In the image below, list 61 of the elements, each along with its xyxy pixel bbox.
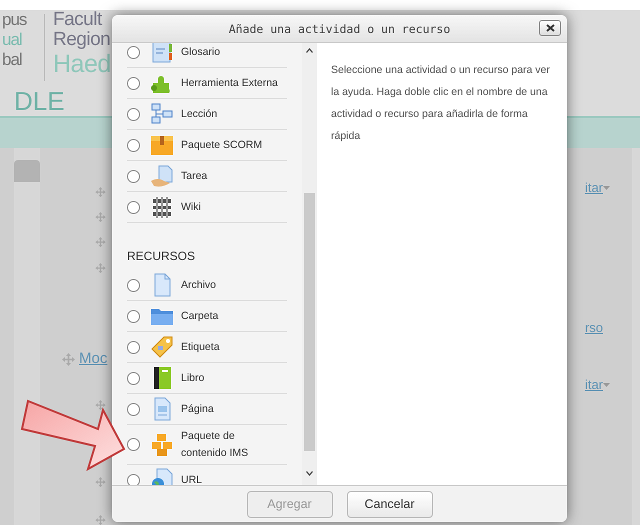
scroll-down-icon bbox=[306, 471, 313, 476]
radio-button[interactable] bbox=[127, 278, 140, 292]
option-label[interactable]: Herramienta Externa bbox=[181, 74, 278, 92]
move-icon bbox=[94, 187, 107, 198]
scroll-up-icon bbox=[306, 48, 313, 53]
move-icon bbox=[94, 212, 107, 222]
module-icon bbox=[150, 133, 174, 157]
option-label[interactable]: Lección bbox=[181, 106, 218, 122]
radio-button[interactable] bbox=[127, 372, 140, 384]
radio-button[interactable] bbox=[127, 438, 140, 451]
module-icon bbox=[150, 102, 174, 126]
section-heading: RECURSOS bbox=[127, 248, 196, 265]
close-button[interactable] bbox=[539, 20, 561, 36]
panel-header bbox=[14, 160, 40, 182]
radio-button[interactable] bbox=[127, 474, 140, 485]
logo-text: ual bbox=[2, 30, 23, 50]
option-label[interactable]: Tarea bbox=[181, 168, 208, 184]
module-icon bbox=[150, 195, 174, 219]
radio-button[interactable] bbox=[127, 200, 140, 214]
option-label[interactable]: URL bbox=[181, 472, 202, 485]
option-label[interactable]: Paquete SCORM bbox=[181, 136, 262, 154]
move-icon bbox=[94, 514, 107, 525]
radio-button[interactable] bbox=[127, 340, 140, 354]
move-icon bbox=[94, 476, 107, 487]
option-label[interactable]: Paquete de contenido IMS bbox=[181, 428, 256, 462]
move-icon bbox=[94, 237, 107, 248]
module-icon bbox=[150, 43, 174, 64]
caret-icon bbox=[603, 186, 610, 190]
move-icon bbox=[62, 352, 75, 366]
help-text: Seleccione una actividad o un recurso para ver la ayuda. Haga doble clic en el nombre de una actividad o recurso para añadirla de forma rápida bbox=[331, 63, 551, 144]
scrollbar-thumb[interactable] bbox=[304, 193, 315, 451]
option-label[interactable]: Wiki bbox=[181, 198, 201, 216]
dialog-title: Añade una actividad o un recurso bbox=[228, 22, 450, 36]
option-label[interactable]: Página bbox=[181, 400, 214, 418]
logo-text: pus bbox=[2, 10, 28, 30]
option-label[interactable]: Glosario bbox=[181, 44, 220, 60]
logo-text: Region bbox=[53, 30, 111, 50]
caret-icon bbox=[603, 382, 610, 387]
option-label[interactable]: Archivo bbox=[181, 276, 216, 294]
module-icon bbox=[150, 164, 174, 188]
radio-button[interactable] bbox=[127, 108, 140, 120]
logo-text: Haed bbox=[53, 50, 111, 78]
close-icon bbox=[546, 24, 554, 32]
radio-button[interactable] bbox=[127, 76, 140, 90]
module-icon bbox=[150, 432, 174, 456]
radio-button[interactable] bbox=[127, 170, 140, 182]
logo-text: bal bbox=[2, 50, 23, 70]
radio-button[interactable] bbox=[127, 138, 140, 152]
option-label[interactable]: Etiqueta bbox=[181, 338, 220, 356]
cancel-button[interactable]: Cancelar bbox=[346, 490, 432, 518]
radio-button[interactable] bbox=[127, 310, 140, 322]
radio-button[interactable] bbox=[127, 46, 140, 58]
move-icon bbox=[94, 262, 107, 273]
scrollbar[interactable] bbox=[302, 43, 317, 485]
radio-button[interactable] bbox=[127, 402, 140, 416]
option-label[interactable]: Carpeta bbox=[181, 308, 218, 324]
site-name: DLE bbox=[14, 86, 65, 116]
logo-text: Facult bbox=[53, 10, 104, 30]
option-label[interactable]: Libro bbox=[181, 370, 204, 386]
move-icon bbox=[94, 400, 107, 410]
module-icon bbox=[150, 335, 174, 359]
